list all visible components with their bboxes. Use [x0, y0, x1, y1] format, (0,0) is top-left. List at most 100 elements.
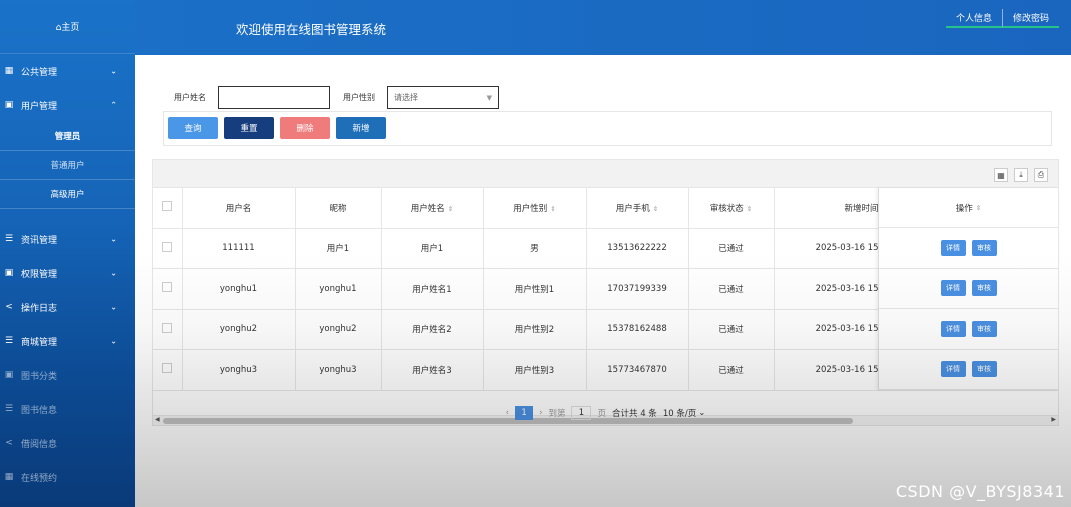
row-checkbox[interactable] [162, 363, 173, 374]
row-actions: 详情 审核 [879, 350, 1058, 390]
menu-shop[interactable]: ☰ 商城管理 ⌄ [0, 324, 135, 358]
menu-label: 借阅信息 [21, 439, 58, 450]
cell-gender: 用户性别2 [483, 309, 587, 350]
sort-icon[interactable]: ⇕ [448, 205, 453, 213]
row-select-cell[interactable] [153, 349, 183, 391]
document-icon: ▣ [4, 370, 14, 380]
cell-created: 2025-03-16 15 [774, 228, 880, 269]
cell-username: yonghu2 [182, 309, 296, 350]
menu-label: 权限管理 [21, 269, 58, 280]
share-icon: < [5, 302, 13, 312]
menu-book-category[interactable]: ▣ 图书分类 [0, 358, 135, 392]
menu-users[interactable]: ▣ 用户管理 ⌃ [0, 88, 135, 122]
search-form: 用户姓名 用户性别 请选择 ▼ [174, 86, 499, 109]
cell-gender: 男 [483, 228, 587, 269]
select-all-checkbox[interactable] [162, 201, 173, 212]
top-header: 欢迎使用在线图书管理系统 个人信息 修改密码 [135, 0, 1071, 55]
col-label: 用户性别 [513, 203, 548, 214]
menu-news[interactable]: ☰ 资讯管理 ⌄ [0, 222, 135, 256]
name-label: 用户姓名 [174, 93, 206, 102]
menu-borrow-info[interactable]: < 借阅信息 [0, 426, 135, 460]
menu-logs[interactable]: < 操作日志 ⌄ [0, 290, 135, 324]
row-select-cell[interactable] [153, 309, 183, 350]
menu-label: 用户管理 [21, 101, 58, 112]
print-icon[interactable]: ⎙ [1034, 168, 1048, 182]
review-button[interactable]: 审核 [971, 320, 997, 337]
list-icon: ☰ [4, 404, 14, 414]
detail-button[interactable]: 详情 [940, 320, 966, 337]
cell-gender: 用户性别3 [483, 349, 587, 391]
operations-column: 操作 ⇕ 详情 审核 详情 审核 详情 审核 详情 审核 [878, 188, 1058, 390]
cell-created: 2025-03-16 15 [774, 309, 880, 350]
columns-icon[interactable]: ▦ [994, 168, 1008, 182]
users-submenu: 管理员 普通用户 高级用户 [0, 122, 135, 209]
row-select-cell[interactable] [153, 268, 183, 310]
col-phone[interactable]: 用户手机 ⇕ [586, 188, 689, 229]
col-username: 用户名 [182, 188, 296, 229]
change-password-link[interactable]: 修改密码 [1002, 9, 1059, 28]
col-realname[interactable]: 用户姓名 ⇕ [381, 188, 484, 229]
page-size-select[interactable]: 10 条/页 ⌄ [663, 407, 706, 419]
delete-button[interactable]: 删除 [280, 117, 330, 139]
col-label: 用户姓名 [410, 203, 445, 214]
export-icon[interactable]: ⤓ [1014, 168, 1028, 182]
sort-icon[interactable]: ⇕ [653, 205, 658, 213]
pagination: ‹ 1 › 到第 1 页 合计共 4 条 10 条/页 ⌄ [152, 400, 1059, 426]
menu-label: 商城管理 [21, 337, 58, 348]
submenu-admin[interactable]: 管理员 [0, 122, 135, 151]
col-status[interactable]: 审核状态 ⇕ [688, 188, 775, 229]
cell-username: yonghu3 [182, 349, 296, 391]
row-checkbox[interactable] [162, 282, 173, 293]
name-input[interactable] [218, 86, 330, 109]
submenu-senior-user[interactable]: 高级用户 [0, 180, 135, 209]
menu-public[interactable]: ▦ 公共管理 ⌄ [0, 54, 135, 88]
menu-label: 公共管理 [21, 67, 58, 78]
col-operations[interactable]: 操作 ⇕ [879, 188, 1058, 228]
add-button[interactable]: 新增 [336, 117, 386, 139]
profile-link[interactable]: 个人信息 [945, 9, 1003, 28]
prev-page-icon[interactable]: ‹ [506, 408, 509, 418]
row-checkbox[interactable] [162, 322, 173, 333]
grid-icon: ▦ [4, 472, 14, 482]
sort-icon[interactable]: ⇕ [747, 205, 752, 213]
row-select-cell[interactable] [153, 228, 183, 269]
detail-button[interactable]: 详情 [940, 239, 966, 256]
chevron-down-icon: ⌄ [110, 234, 117, 244]
cell-nickname: 用户1 [295, 228, 382, 269]
action-bar: 查询 重置 删除 新增 [163, 111, 1052, 146]
review-button[interactable]: 审核 [971, 361, 997, 378]
gender-select[interactable]: 请选择 ▼ [387, 86, 499, 109]
current-page[interactable]: 1 [515, 406, 534, 420]
chevron-down-icon: ⌄ [698, 408, 706, 418]
detail-button[interactable]: 详情 [940, 280, 966, 297]
submenu-normal-user[interactable]: 普通用户 [0, 151, 135, 180]
next-page-icon[interactable]: › [539, 408, 542, 418]
header-links: 个人信息 修改密码 [945, 9, 1059, 28]
detail-button[interactable]: 详情 [940, 361, 966, 378]
sort-icon[interactable]: ⇕ [976, 204, 981, 212]
cell-realname: 用户姓名1 [381, 268, 484, 310]
review-button[interactable]: 审核 [971, 280, 997, 297]
sort-icon[interactable]: ⇕ [550, 205, 555, 213]
col-gender[interactable]: 用户性别 ⇕ [483, 188, 587, 229]
col-label: 操作 [955, 203, 973, 214]
cell-status: 已通过 [688, 309, 775, 350]
row-checkbox[interactable] [162, 241, 173, 252]
reset-button[interactable]: 重置 [224, 117, 274, 139]
data-table: ▦ ⤓ ⎙ 用户名 昵称 用户姓名 ⇕ 用户性别 ⇕ 用户手机 ⇕ 审核状态 ⇕ 新增时… [152, 159, 1059, 426]
menu-permissions[interactable]: ▣ 权限管理 ⌄ [0, 256, 135, 290]
cell-phone: 15773467870 [586, 349, 689, 391]
list-icon: ☰ [4, 336, 14, 346]
chevron-up-icon: ⌃ [110, 100, 117, 110]
chevron-down-icon: ⌄ [110, 66, 117, 76]
page-unit: 页 [597, 409, 606, 419]
menu-reservation[interactable]: ▦ 在线预约 [0, 460, 135, 494]
query-button[interactable]: 查询 [168, 117, 218, 139]
cell-phone: 17037199339 [586, 268, 689, 310]
review-button[interactable]: 审核 [971, 239, 997, 256]
list-icon: ☰ [4, 234, 14, 244]
home-link[interactable]: ⌂主页 [0, 0, 135, 54]
goto-page-input[interactable]: 1 [571, 406, 592, 420]
menu-book-info[interactable]: ☰ 图书信息 [0, 392, 135, 426]
select-all-cell[interactable] [153, 188, 183, 229]
